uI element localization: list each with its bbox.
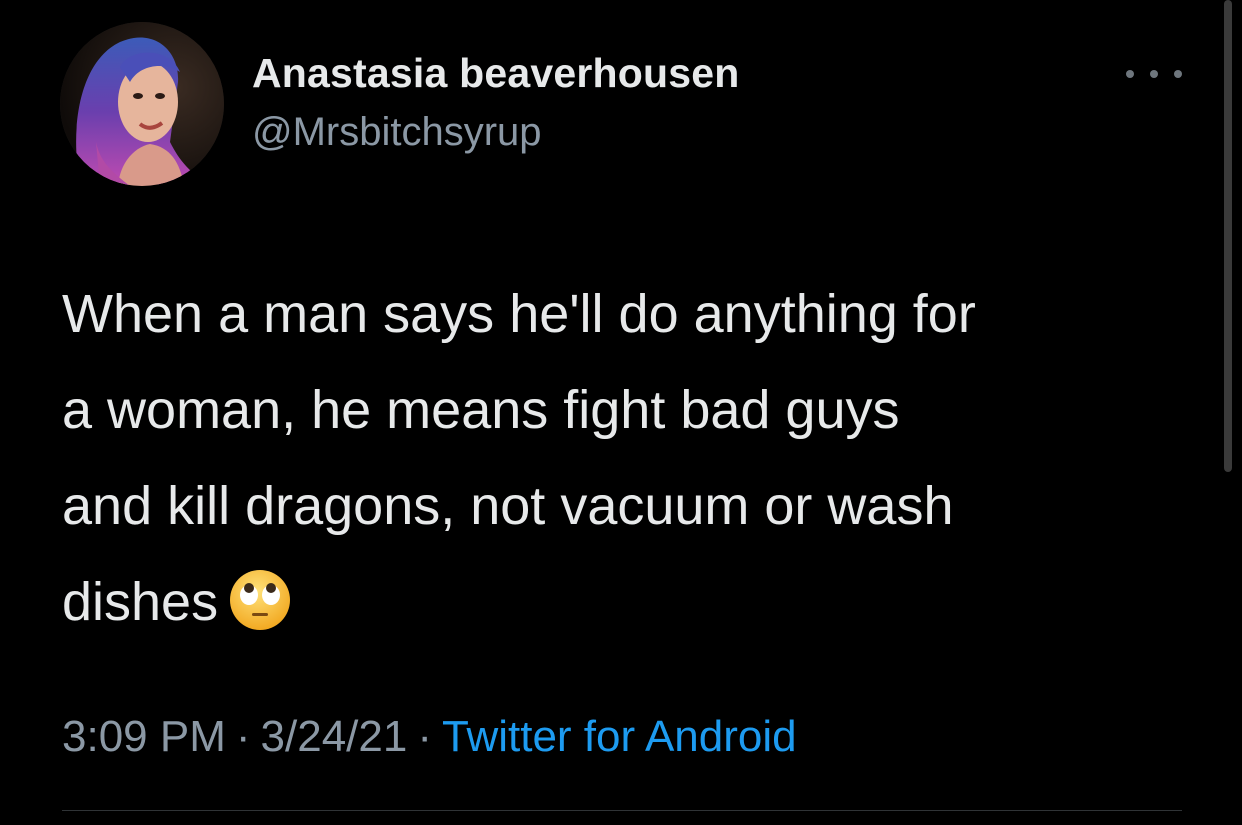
tweet: Anastasia beaverhousen @Mrsbitchsyrup Wh…	[0, 0, 1242, 825]
tweet-text: When a man says he'll do anything for a …	[62, 266, 1182, 650]
tweet-date[interactable]: 3/24/21	[261, 712, 408, 761]
divider	[62, 810, 1182, 811]
tweet-line: a woman, he means fight bad guys	[62, 380, 900, 440]
meta-separator: ·	[235, 712, 251, 761]
author-handle[interactable]: @Mrsbitchsyrup	[252, 110, 542, 155]
more-options-button[interactable]	[1126, 58, 1182, 90]
meta-separator: ·	[417, 712, 432, 761]
tweet-source-link[interactable]: Twitter for Android	[442, 712, 797, 761]
more-horizontal-icon	[1126, 70, 1134, 78]
profile-photo-icon	[60, 22, 224, 186]
face-with-rolling-eyes-icon	[230, 570, 291, 630]
tweet-line: and kill dragons, not vacuum or wash	[62, 476, 954, 536]
tweet-line-last: dishes	[62, 554, 1182, 650]
more-horizontal-icon-dot	[1174, 70, 1182, 78]
author-name[interactable]: Anastasia beaverhousen	[252, 50, 740, 97]
tweet-meta: 3:09 PM · 3/24/21 · Twitter for Android	[62, 712, 797, 762]
tweet-line-text: dishes	[62, 572, 219, 632]
tweet-time[interactable]: 3:09 PM	[62, 712, 226, 761]
more-horizontal-icon-dot	[1150, 70, 1158, 78]
scrollbar[interactable]	[1224, 0, 1232, 472]
tweet-line: When a man says he'll do anything for	[62, 284, 976, 344]
avatar[interactable]	[60, 22, 224, 186]
